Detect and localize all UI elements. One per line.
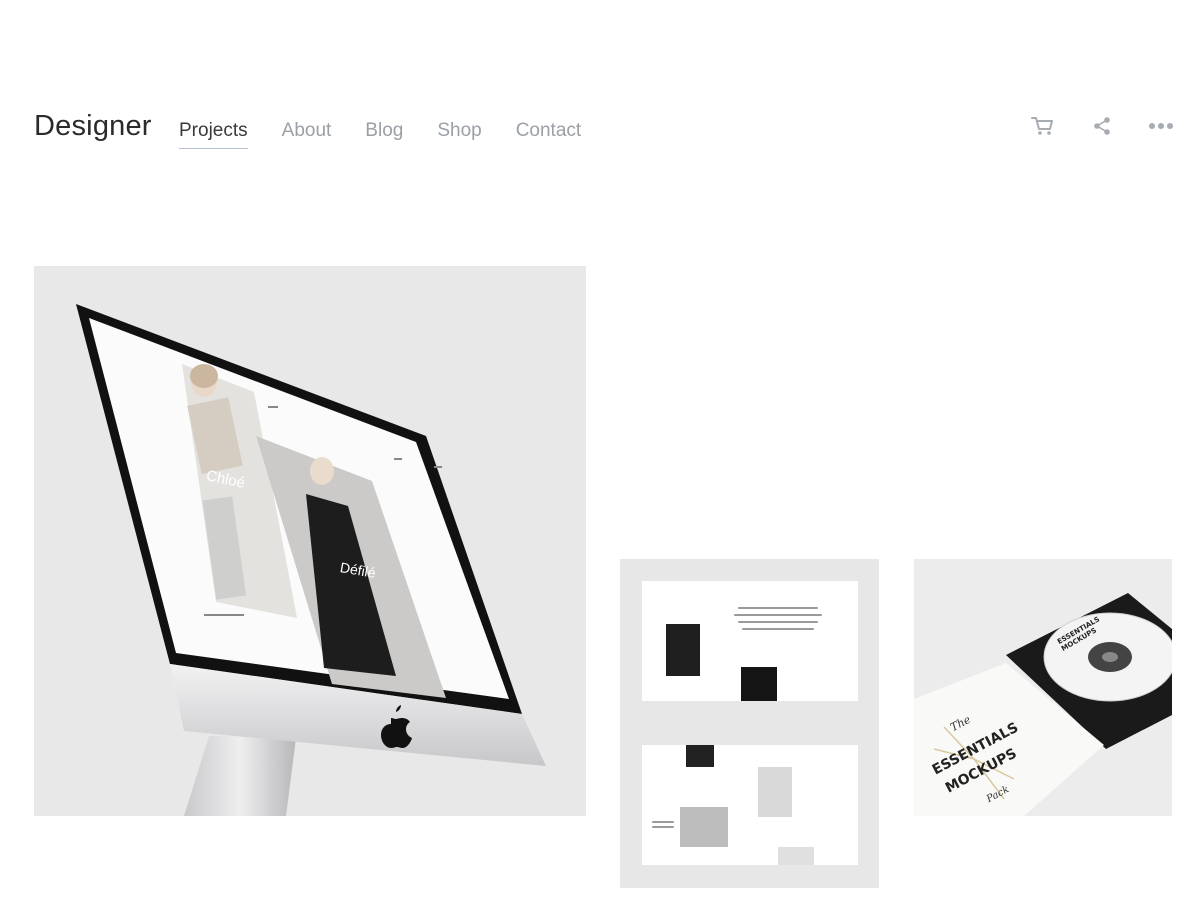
photo-thumb	[758, 767, 792, 817]
nav-shop[interactable]: Shop	[437, 119, 481, 149]
nav-contact[interactable]: Contact	[516, 119, 581, 149]
site-logo[interactable]: Designer	[34, 110, 152, 143]
nav-blog[interactable]: Blog	[365, 119, 403, 149]
project-tile-imac[interactable]: Chloé Défilé	[34, 266, 586, 816]
photo-thumb	[778, 847, 814, 865]
photo-thumb	[680, 807, 728, 847]
website-page-preview-2	[642, 745, 858, 865]
nav-projects[interactable]: Projects	[179, 119, 248, 149]
text-line	[738, 607, 818, 609]
header-actions	[997, 114, 1174, 138]
imac-mockup-image	[76, 304, 546, 816]
more-icon[interactable]	[1148, 114, 1174, 138]
photo-thumb	[666, 624, 700, 676]
text-line	[734, 614, 822, 616]
cart-icon[interactable]	[1030, 114, 1056, 138]
project-tile-website[interactable]	[620, 559, 879, 888]
nav-about[interactable]: About	[282, 119, 332, 149]
photo-thumb	[686, 745, 714, 767]
text-line	[738, 621, 818, 623]
main-nav: Projects About Blog Shop Contact	[179, 119, 615, 149]
project-tile-cd-mockup[interactable]: The ESSENTIALS MOCKUPS Pack ESSENTIALS M…	[914, 559, 1172, 816]
website-page-preview-1	[642, 581, 858, 701]
text-line	[652, 821, 674, 823]
text-line	[652, 826, 674, 828]
share-icon[interactable]	[1089, 114, 1115, 138]
text-line	[742, 628, 814, 630]
photo-thumb	[741, 667, 777, 701]
